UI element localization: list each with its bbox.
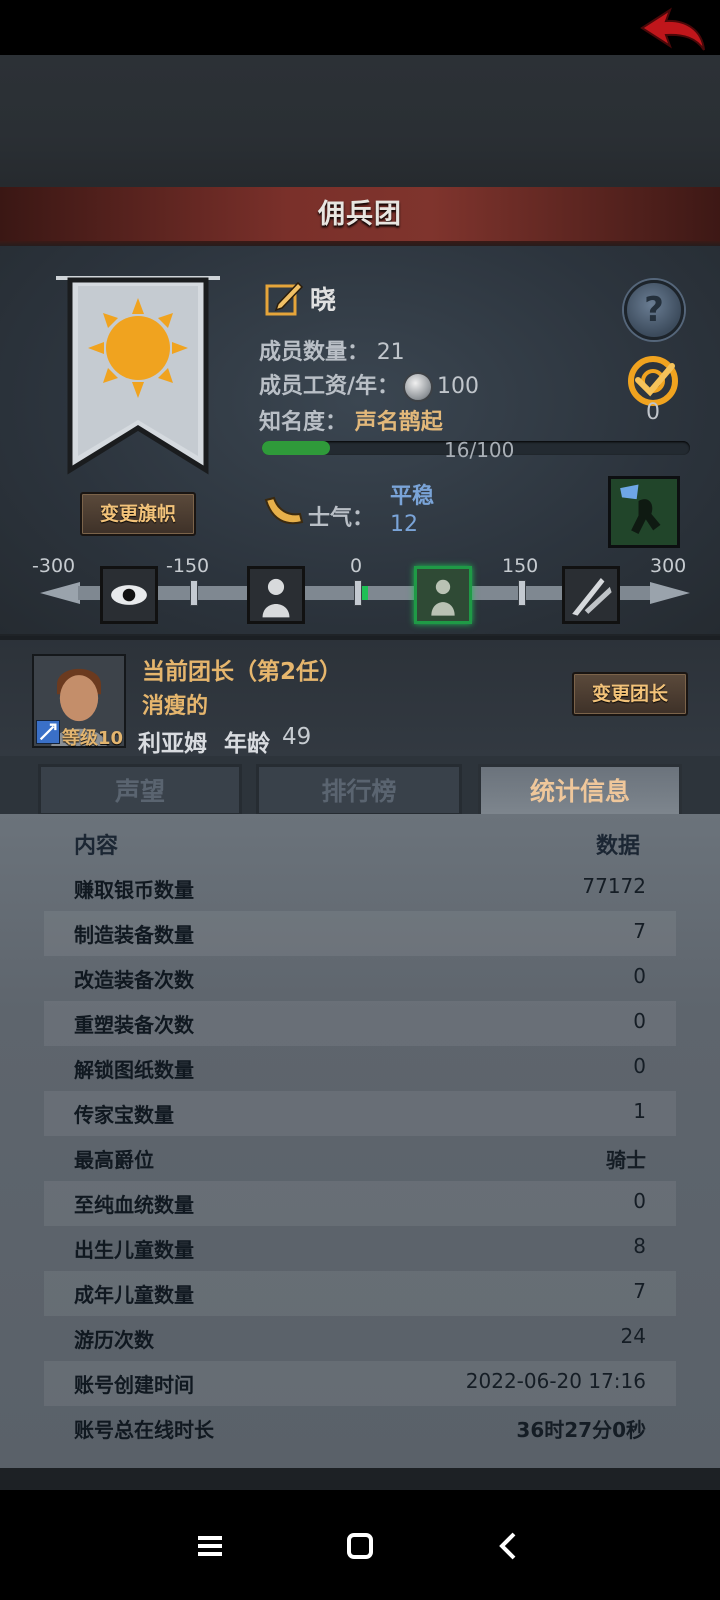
table-row: 改造装备次数 0 (44, 956, 676, 1001)
column-header-data: 数据 (596, 834, 641, 859)
eye-icon[interactable] (100, 566, 158, 624)
fame-progress-text: 16/100 (444, 438, 515, 462)
leader-age: 49 (282, 724, 312, 750)
row-value: 7 (633, 1279, 646, 1303)
row-label: 最高爵位 (74, 1148, 154, 1172)
page-title: 佣兵团 (318, 199, 402, 230)
members-row: 成员数量： 21 (259, 334, 405, 366)
tab-statistics[interactable]: 统计信息 (478, 764, 682, 816)
row-label: 账号总在线时长 (74, 1418, 214, 1442)
leader-level: 等级10 (62, 728, 124, 749)
sword-icon (36, 720, 60, 744)
row-value: 77172 (582, 874, 646, 898)
leader-age-label: 年龄 (224, 731, 270, 757)
row-value: 0 (633, 964, 646, 988)
morale-value: 12 (390, 512, 418, 537)
team-banner (56, 276, 220, 475)
row-value: 0 (633, 1189, 646, 1213)
change-banner-button[interactable]: 变更旗帜 (80, 492, 196, 536)
team-name: 晓 (310, 286, 337, 316)
silver-coin-icon (403, 372, 434, 402)
row-label: 重塑装备次数 (74, 1013, 194, 1037)
scale-mark (354, 580, 362, 606)
top-spacer (0, 55, 720, 187)
row-label: 账号创建时间 (74, 1373, 194, 1397)
leader-role: 当前团长（第2任） (142, 659, 343, 685)
scale-label: -300 (32, 555, 76, 577)
calm-person-icon[interactable] (414, 566, 472, 624)
despair-icon[interactable] (247, 566, 305, 624)
row-label: 改造装备次数 (74, 968, 194, 992)
scale-mark (190, 580, 198, 606)
members-value: 21 (376, 340, 405, 365)
table-row: 赚取银币数量 77172 (44, 866, 676, 911)
fame-progress-fill (262, 441, 331, 455)
row-label: 游历次数 (74, 1328, 154, 1352)
task-count: 0 (646, 400, 660, 425)
tab-ranking[interactable]: 排行榜 (256, 764, 462, 816)
edit-pencil-icon[interactable] (264, 278, 304, 318)
menu-icon[interactable] (190, 1526, 230, 1566)
row-value: 0 (633, 1009, 646, 1033)
horn-icon (264, 496, 304, 525)
row-value: 1 (633, 1099, 646, 1123)
row-value: 7 (633, 919, 646, 943)
table-row: 最高爵位 骑士 (44, 1136, 676, 1181)
row-value: 2022-06-20 17:16 (465, 1369, 646, 1393)
sun-icon (88, 298, 188, 398)
wage-row: 成员工资/年： 100 (259, 368, 479, 402)
row-label: 传家宝数量 (74, 1103, 174, 1127)
morale-state: 平稳 (390, 484, 435, 509)
scale-label: -150 (166, 555, 210, 577)
table-row: 传家宝数量 1 (44, 1091, 676, 1136)
row-label: 成年儿童数量 (74, 1283, 194, 1307)
row-value: 骑士 (606, 1148, 646, 1172)
back-arrow-icon[interactable] (636, 6, 708, 54)
table-row: 游历次数 24 (44, 1316, 676, 1361)
scale-label: 0 (350, 555, 363, 577)
back-icon[interactable] (490, 1526, 530, 1566)
column-header-content: 内容 (74, 834, 119, 859)
fame-label: 知名度： (259, 410, 348, 435)
table-row: 账号总在线时长 36时27分0秒 (44, 1406, 676, 1451)
row-label: 解锁图纸数量 (74, 1058, 194, 1082)
fame-row: 知名度： 声名鹊起 (259, 404, 443, 436)
question-icon[interactable]: ? (624, 280, 684, 340)
fame-value: 声名鹊起 (354, 410, 443, 435)
bottom-spacer (0, 1468, 720, 1490)
home-icon[interactable] (340, 1526, 380, 1566)
leader-trait: 消瘦的 (142, 694, 209, 719)
table-row: 出生儿童数量 8 (44, 1226, 676, 1271)
row-label: 出生儿童数量 (74, 1238, 194, 1262)
table-row: 账号创建时间 2022-06-20 17:16 (44, 1361, 676, 1406)
change-leader-button[interactable]: 变更团长 (572, 672, 688, 716)
members-label: 成员数量： (259, 340, 370, 365)
row-label: 至纯血统数量 (74, 1193, 194, 1217)
row-label: 制造装备数量 (74, 923, 194, 947)
table-row: 重塑装备次数 0 (44, 1001, 676, 1046)
wage-value: 100 (437, 374, 480, 399)
table-row: 至纯血统数量 0 (44, 1181, 676, 1226)
status-bar (0, 0, 720, 55)
row-value: 24 (620, 1324, 646, 1348)
scale-label: 300 (650, 555, 687, 577)
wage-label: 成员工资/年： (259, 374, 400, 399)
row-value: 36时27分0秒 (516, 1418, 646, 1442)
battle-icon[interactable] (562, 566, 620, 624)
morale-label: 士气： (308, 506, 375, 531)
morale-flag-icon[interactable] (608, 476, 680, 548)
scale-mark (518, 580, 526, 606)
header-bar: 佣兵团 (0, 187, 720, 249)
row-value: 8 (633, 1234, 646, 1258)
tab-reputation[interactable]: 声望 (38, 764, 242, 816)
leader-name: 利亚姆 (138, 731, 207, 757)
row-label: 赚取银币数量 (74, 878, 194, 902)
scale-label: 150 (502, 555, 539, 577)
table-row: 制造装备数量 7 (44, 911, 676, 956)
table-row: 解锁图纸数量 0 (44, 1046, 676, 1091)
table-row: 成年儿童数量 7 (44, 1271, 676, 1316)
row-value: 0 (633, 1054, 646, 1078)
